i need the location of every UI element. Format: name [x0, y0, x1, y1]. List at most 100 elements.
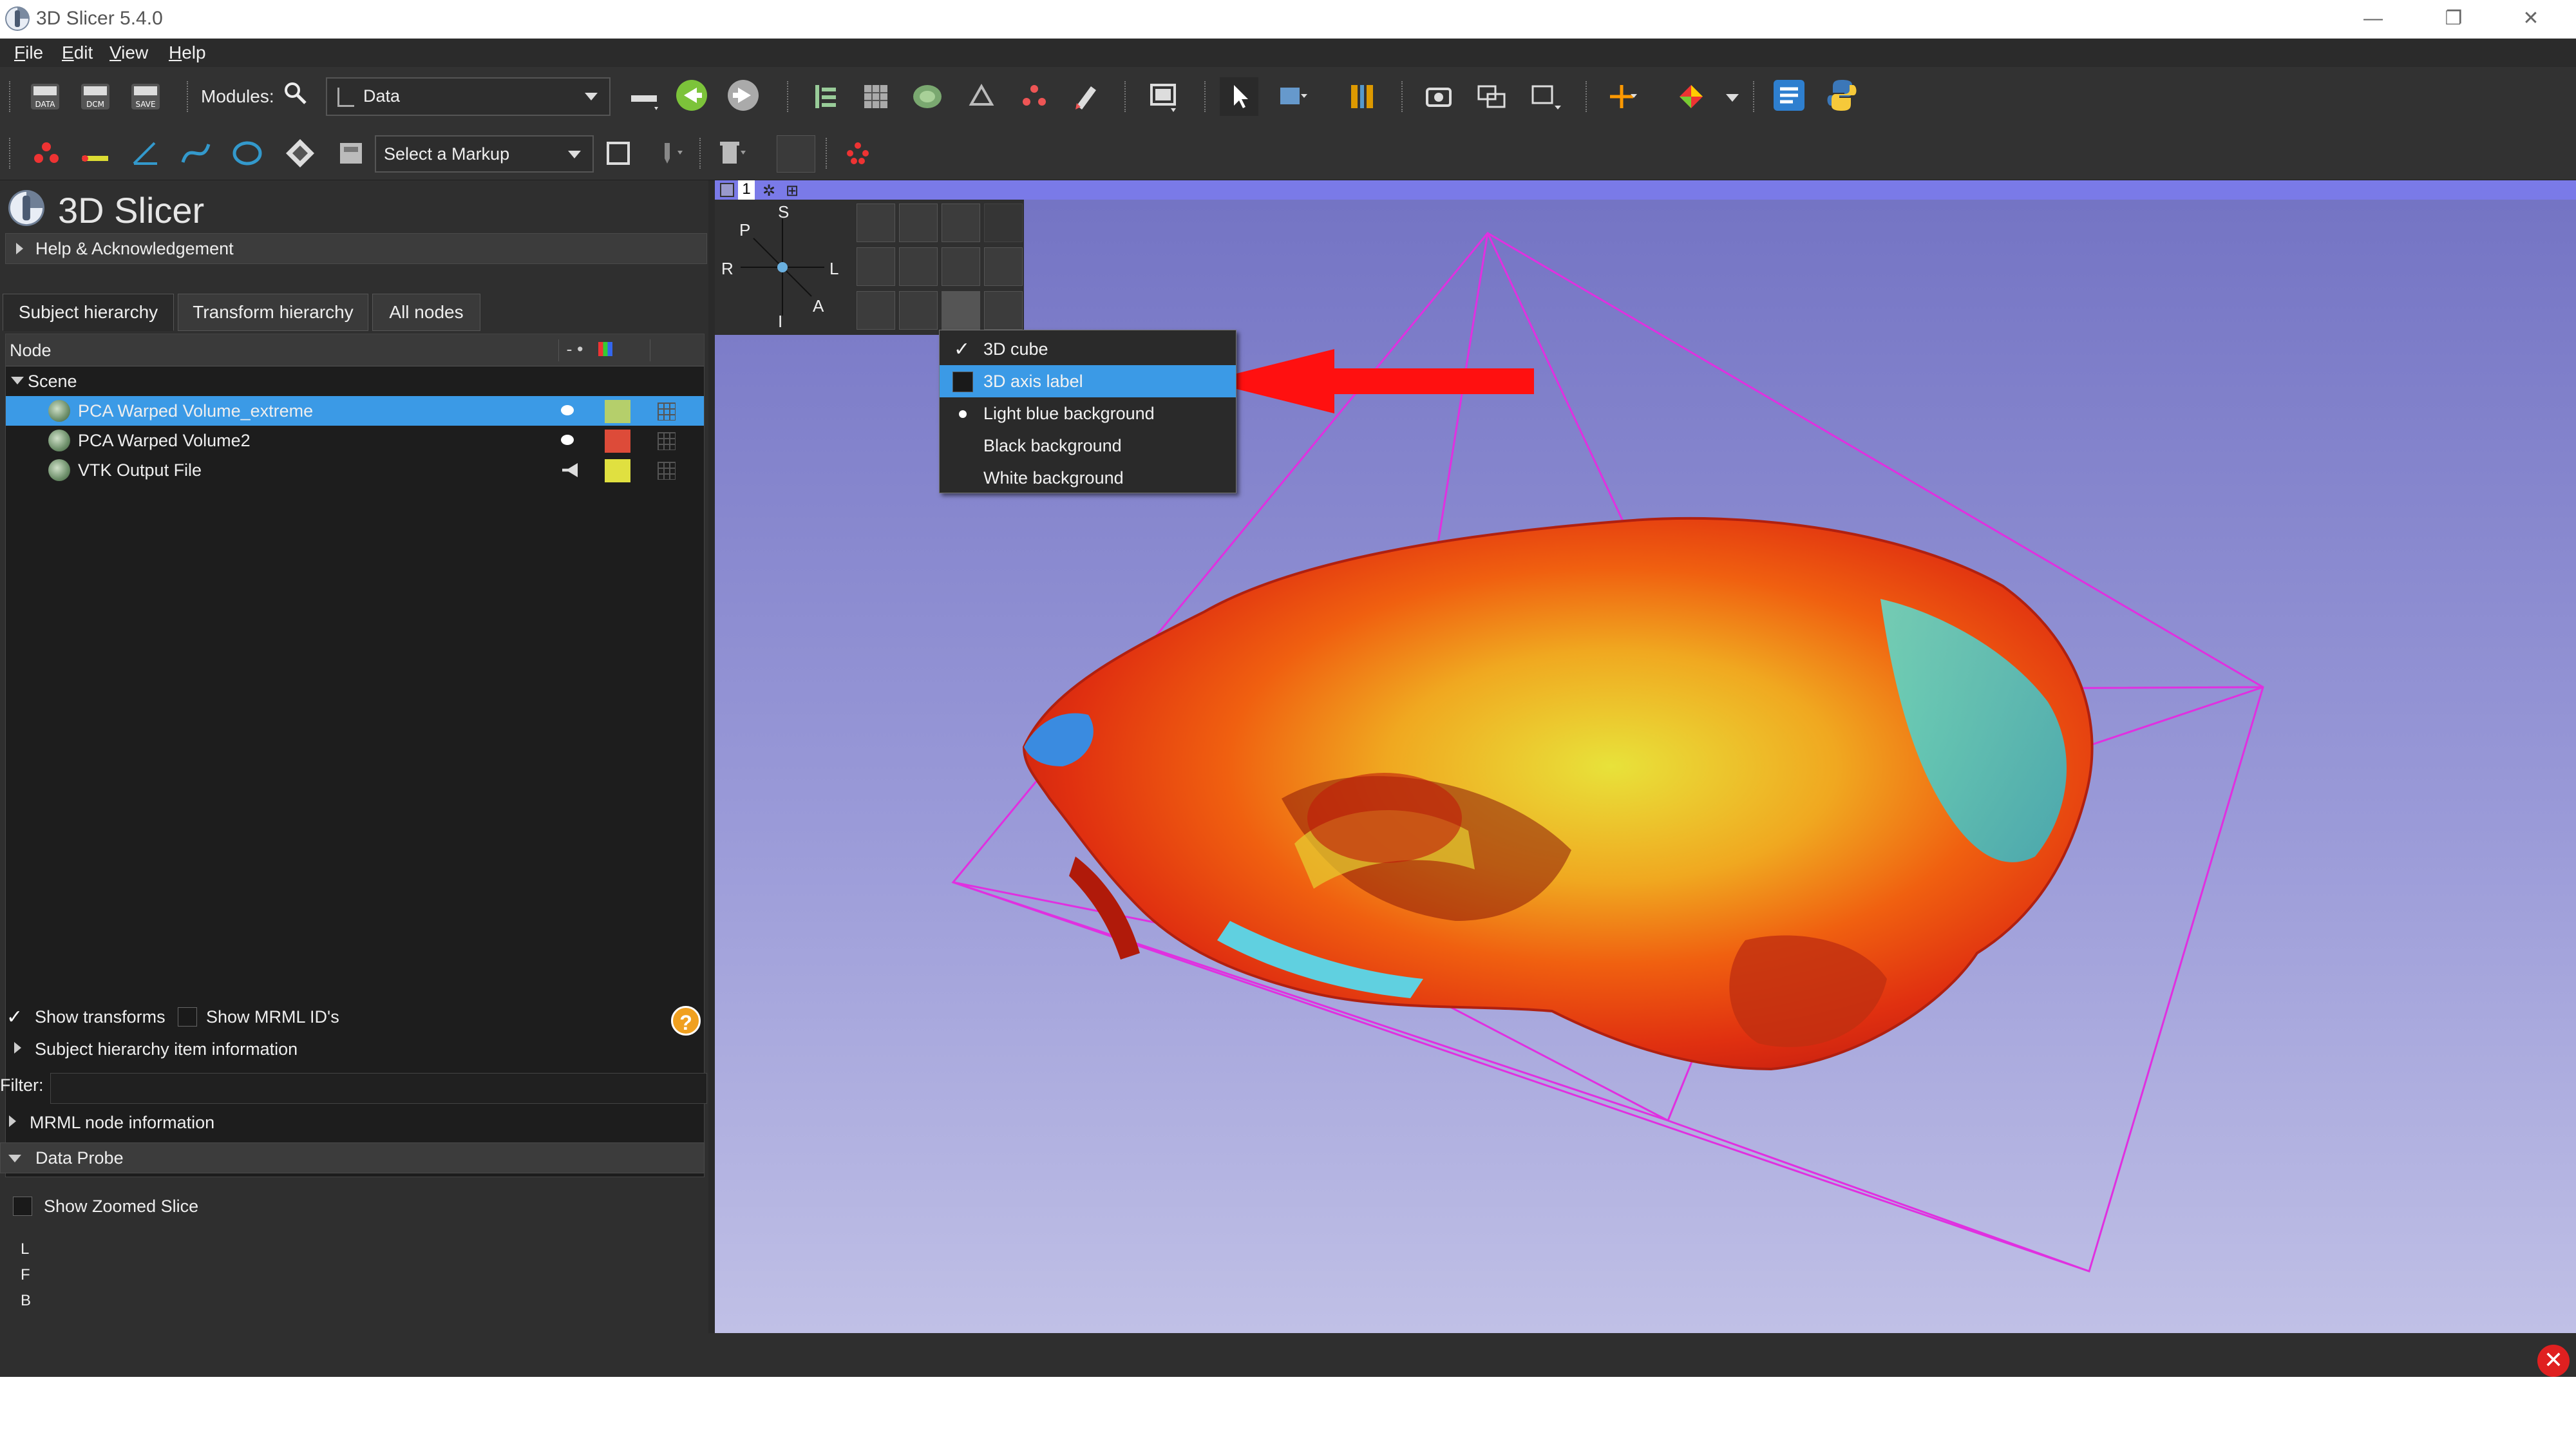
- transforms-icon[interactable]: [962, 77, 1001, 116]
- pointer-mode-icon[interactable]: [1220, 77, 1258, 116]
- empty-toolbar-button[interactable]: [777, 135, 815, 173]
- screenshot-icon[interactable]: [1419, 77, 1458, 116]
- data-probe-section[interactable]: Data Probe: [0, 1142, 705, 1173]
- show-transforms-checkbox[interactable]: ✓: [6, 1008, 26, 1028]
- point-list-icon[interactable]: [27, 134, 66, 173]
- menu-item-white-background[interactable]: White background: [940, 462, 1236, 494]
- orthographic-icon[interactable]: [942, 204, 980, 242]
- python-console-icon[interactable]: [1823, 76, 1861, 115]
- tree-row[interactable]: VTK Output File: [6, 455, 704, 485]
- mrml-node-info-section[interactable]: MRML node information: [30, 1113, 214, 1133]
- maximize-view-icon[interactable]: ⊞: [786, 182, 799, 200]
- module-search-icon[interactable]: [281, 79, 309, 107]
- extension-manager-icon[interactable]: [1770, 76, 1808, 115]
- markups-icon[interactable]: [1015, 77, 1054, 116]
- volumes-icon[interactable]: [857, 77, 895, 116]
- angle-markup-icon[interactable]: [126, 134, 165, 173]
- filter-input[interactable]: [50, 1073, 707, 1104]
- place-fiducial-icon[interactable]: [1672, 77, 1710, 116]
- restore-icon[interactable]: ❐: [2425, 4, 2483, 35]
- orientation-marker[interactable]: S P R L I A: [715, 200, 850, 335]
- markup-selector[interactable]: Select a Markup: [375, 135, 594, 173]
- scene-views-icon[interactable]: [1472, 77, 1511, 116]
- help-acknowledgement-section[interactable]: Help & Acknowledgement: [5, 233, 707, 264]
- rotate-icon[interactable]: [857, 204, 895, 242]
- module-history-icon[interactable]: [626, 79, 665, 117]
- tree-scene-row[interactable]: Scene: [6, 366, 704, 396]
- line-markup-icon[interactable]: [76, 134, 115, 173]
- collapse-arrow-icon: [11, 377, 24, 384]
- app-title: 3D Slicer: [58, 190, 205, 231]
- column-visibility-icon[interactable]: - •: [558, 339, 591, 361]
- crosshair-icon[interactable]: [1602, 77, 1641, 116]
- column-color-icon[interactable]: [598, 342, 612, 356]
- help-icon[interactable]: ?: [671, 1006, 701, 1036]
- show-mrml-ids-checkbox[interactable]: [178, 1007, 197, 1027]
- load-data-icon[interactable]: DATA: [26, 77, 64, 116]
- menu-file[interactable]: File: [14, 43, 43, 63]
- capture-options-icon[interactable]: [1526, 77, 1565, 116]
- visibility-toggle-icon[interactable]: [599, 134, 638, 173]
- transform-grid-icon[interactable]: [658, 432, 676, 450]
- minimize-icon[interactable]: —: [2344, 4, 2402, 35]
- spin-icon[interactable]: [899, 247, 938, 286]
- menu-item-3d-axis-label[interactable]: 3D axis label: [940, 365, 1236, 397]
- window-level-icon[interactable]: [1343, 77, 1382, 116]
- menu-item-light-blue-background[interactable]: Light blue background: [940, 397, 1236, 430]
- ruler-icon[interactable]: [984, 247, 1023, 286]
- node-color-swatch[interactable]: [605, 400, 630, 423]
- crosshair-mode-icon[interactable]: [1273, 77, 1311, 116]
- data-tree-icon[interactable]: [806, 77, 845, 116]
- node-color-swatch[interactable]: [605, 459, 630, 482]
- forward-arrow-icon[interactable]: [725, 77, 764, 116]
- gear-icon[interactable]: ✲: [762, 182, 775, 200]
- transform-grid-icon[interactable]: [658, 462, 676, 480]
- back-arrow-icon[interactable]: [674, 77, 712, 116]
- tab-transform-hierarchy[interactable]: Transform hierarchy: [178, 294, 368, 331]
- zoom-in-icon[interactable]: [857, 247, 895, 286]
- pin-icon[interactable]: [720, 183, 734, 197]
- roi-markup-icon[interactable]: [332, 134, 371, 173]
- plane-markup-icon[interactable]: [281, 134, 319, 173]
- tab-all-nodes[interactable]: All nodes: [372, 294, 480, 331]
- panel-splitter[interactable]: [708, 180, 715, 1377]
- center-view-icon[interactable]: [899, 204, 938, 242]
- visibility-options-icon[interactable]: [942, 291, 980, 330]
- save-icon[interactable]: SAVE: [126, 77, 165, 116]
- eye-icon[interactable]: [561, 405, 574, 415]
- tree-row[interactable]: PCA Warped Volume_extreme: [6, 396, 704, 426]
- transform-grid-icon[interactable]: [658, 402, 676, 421]
- more-options-icon[interactable]: [984, 291, 1023, 330]
- node-color-swatch[interactable]: [605, 430, 630, 453]
- axes-icon[interactable]: [942, 247, 980, 286]
- menu-help[interactable]: Help: [169, 43, 206, 63]
- stereo-icon[interactable]: [984, 204, 1023, 242]
- delete-icon[interactable]: [711, 134, 750, 173]
- error-log-icon[interactable]: ✕: [2537, 1345, 2570, 1377]
- segment-editor-icon[interactable]: [1066, 77, 1105, 116]
- place-mode-icon[interactable]: [648, 134, 687, 173]
- markups-settings-icon[interactable]: [838, 134, 877, 173]
- layout-icon[interactable]: [1144, 77, 1182, 116]
- tab-subject-hierarchy[interactable]: Subject hierarchy: [3, 294, 174, 331]
- menu-item-black-background[interactable]: Black background: [940, 430, 1236, 462]
- toolbar-separator: [1124, 81, 1128, 112]
- lights-icon[interactable]: [899, 291, 938, 330]
- menu-view[interactable]: View: [109, 43, 148, 63]
- column-transform-icon[interactable]: [650, 339, 676, 361]
- tree-row[interactable]: PCA Warped Volume2: [6, 426, 704, 455]
- curve-markup-icon[interactable]: [176, 134, 215, 173]
- close-icon[interactable]: ✕: [2502, 4, 2560, 35]
- menu-edit[interactable]: Edit: [62, 43, 93, 63]
- eye-icon[interactable]: [561, 435, 574, 445]
- chevron-down-icon[interactable]: [1716, 77, 1754, 116]
- menu-item-3d-cube[interactable]: ✓ 3D cube: [940, 333, 1236, 365]
- show-zoomed-slice-checkbox[interactable]: [13, 1197, 32, 1216]
- models-icon[interactable]: [908, 77, 947, 116]
- zoom-out-icon[interactable]: [857, 291, 895, 330]
- eye-hidden-icon[interactable]: [562, 463, 578, 477]
- closed-curve-markup-icon[interactable]: [228, 134, 267, 173]
- module-selector[interactable]: Data: [326, 77, 611, 116]
- dicom-icon[interactable]: DCM: [76, 77, 115, 116]
- item-info-section[interactable]: Subject hierarchy item information: [35, 1039, 298, 1059]
